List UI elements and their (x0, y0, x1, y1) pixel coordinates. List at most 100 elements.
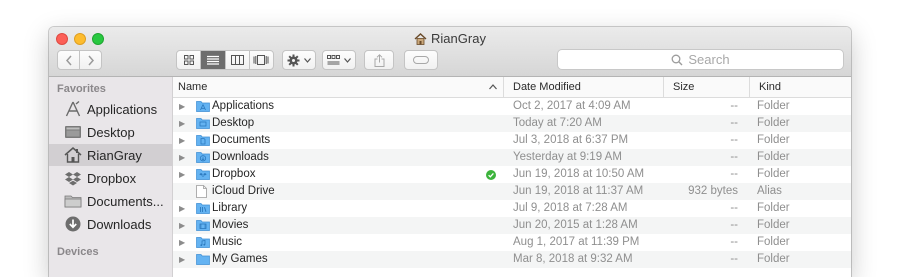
documents-icon (64, 192, 82, 210)
sidebar-item-desktop[interactable]: Desktop (49, 121, 172, 143)
icon-view-button[interactable] (177, 51, 202, 69)
share-icon (374, 53, 384, 67)
sidebar-item-label: Applications (87, 101, 158, 117)
arrange-icon (327, 55, 340, 65)
file-date-modified: Jul 9, 2018 at 7:28 AM (513, 202, 628, 214)
column-divider[interactable] (749, 77, 750, 97)
table-row[interactable]: ▶ Downloads Yesterday at 9:19 AM -- Fold… (173, 149, 851, 166)
sidebar-item-applications[interactable]: Applications (49, 98, 172, 120)
forward-button[interactable] (80, 51, 101, 69)
action-menu-button[interactable] (282, 50, 316, 70)
share-button[interactable] (364, 50, 394, 70)
file-kind: Folder (757, 219, 790, 231)
file-date-modified: Today at 7:20 AM (513, 117, 602, 129)
file-kind: Folder (757, 151, 790, 163)
finder-window: RianGray Search Favorites Applications D… (49, 27, 851, 277)
table-row[interactable]: ▶ Library Jul 9, 2018 at 7:28 AM -- Fold… (173, 200, 851, 217)
disclosure-triangle-icon[interactable]: ▶ (179, 200, 185, 217)
disclosure-triangle-icon[interactable]: ▶ (179, 166, 185, 183)
file-date-modified: Jun 19, 2018 at 11:37 AM (513, 185, 644, 197)
file-kind: Folder (757, 168, 790, 180)
disclosure-triangle-icon[interactable]: ▶ (179, 115, 185, 132)
table-row[interactable]: ▶ Desktop Today at 7:20 AM -- Folder (173, 115, 851, 132)
sidebar-item-label: Dropbox (87, 170, 137, 186)
sidebar-item-documents[interactable]: Documents... (49, 190, 172, 212)
tags-button[interactable] (404, 50, 438, 70)
chevron-right-icon (87, 55, 94, 65)
file-size: -- (730, 253, 738, 265)
sidebar-item-dropbox[interactable]: Dropbox (49, 167, 172, 189)
table-row[interactable]: ▶ Applications Oct 2, 2017 at 4:09 AM --… (173, 98, 851, 115)
disclosure-triangle-icon[interactable]: ▶ (179, 251, 185, 268)
column-view-icon (230, 55, 244, 65)
sidebar-item-label: Desktop (87, 124, 135, 140)
table-row[interactable]: ▶ Dropbox Jun 19, 2018 at 10:50 AM -- Fo… (173, 166, 851, 183)
file-size: -- (730, 100, 738, 112)
sidebar-item-label: RianGray (87, 147, 142, 163)
disclosure-triangle-icon[interactable]: ▶ (179, 149, 185, 166)
file-kind: Folder (757, 100, 790, 112)
disclosure-triangle-icon[interactable]: ▶ (179, 217, 185, 234)
table-row[interactable]: ▶ My Games Mar 8, 2018 at 9:32 AM -- Fol… (173, 251, 851, 268)
file-size: -- (730, 202, 738, 214)
window-title-text: RianGray (431, 31, 486, 46)
file-name: Applications (212, 100, 275, 112)
cover-flow-icon (253, 55, 269, 65)
sidebar-item-label: Documents... (87, 193, 164, 209)
file-name: Movies (212, 219, 249, 231)
file-kind: Folder (757, 236, 790, 248)
sidebar-item-riangray[interactable]: RianGray (49, 144, 172, 166)
file-size: -- (730, 219, 738, 231)
gallery-view-button[interactable] (250, 51, 273, 69)
search-field[interactable]: Search (557, 49, 844, 70)
sidebar-item-label: Downloads (87, 216, 152, 232)
home-icon (414, 33, 427, 45)
file-name: Desktop (212, 117, 255, 129)
table-row[interactable]: ▶ Music Aug 1, 2017 at 11:39 PM -- Folde… (173, 234, 851, 251)
downloads-icon (64, 215, 82, 233)
back-button[interactable] (58, 51, 80, 69)
file-kind: Alias (757, 185, 782, 197)
column-header-name[interactable]: Name (178, 81, 207, 93)
file-name: Dropbox (212, 168, 256, 180)
disclosure-triangle-icon[interactable]: ▶ (179, 98, 185, 115)
chevron-down-icon (344, 57, 351, 63)
view-mode-control (176, 50, 274, 70)
file-date-modified: Aug 1, 2017 at 11:39 PM (513, 236, 640, 248)
file-name: Library (212, 202, 248, 214)
file-kind: Folder (757, 117, 790, 129)
tag-icon (413, 56, 429, 64)
list-view-button[interactable] (201, 51, 226, 69)
file-name: Downloads (212, 151, 269, 163)
column-header-size[interactable]: Size (673, 81, 694, 93)
file-size: -- (730, 168, 738, 180)
file-date-modified: Mar 8, 2018 at 9:32 AM (513, 253, 633, 265)
table-row[interactable]: iCloud Drive Jun 19, 2018 at 11:37 AM 93… (173, 183, 851, 200)
table-row[interactable]: ▶ Documents Jul 3, 2018 at 6:37 PM -- Fo… (173, 132, 851, 149)
column-view-button[interactable] (226, 51, 250, 69)
sidebar-item-downloads[interactable]: Downloads (49, 213, 172, 235)
file-list: Name Date Modified Size Kind ▶ Applicati… (173, 77, 851, 277)
disclosure-triangle-icon[interactable]: ▶ (179, 132, 185, 149)
file-date-modified: Jul 3, 2018 at 6:37 PM (513, 134, 629, 146)
sort-ascending-icon[interactable] (489, 84, 497, 90)
file-size: -- (730, 117, 738, 129)
file-size: 932 bytes (688, 185, 738, 197)
column-header-row: Name Date Modified Size Kind (173, 77, 851, 98)
file-size: -- (730, 134, 738, 146)
column-header-date-modified[interactable]: Date Modified (513, 81, 581, 93)
table-row[interactable]: ▶ Movies Jun 20, 2015 at 1:28 AM -- Fold… (173, 217, 851, 234)
column-divider[interactable] (503, 77, 504, 97)
arrange-menu-button[interactable] (322, 50, 356, 70)
toolbar: RianGray Search (49, 27, 851, 77)
dropbox-icon (64, 169, 82, 187)
file-date-modified: Jun 19, 2018 at 10:50 AM (513, 168, 645, 180)
back-forward-control (57, 50, 102, 70)
disclosure-triangle-icon[interactable]: ▶ (179, 234, 185, 251)
file-name: iCloud Drive (212, 185, 275, 197)
column-header-kind[interactable]: Kind (759, 81, 781, 93)
column-divider[interactable] (663, 77, 664, 97)
file-name: My Games (212, 253, 268, 265)
file-size: -- (730, 151, 738, 163)
file-kind: Folder (757, 202, 790, 214)
